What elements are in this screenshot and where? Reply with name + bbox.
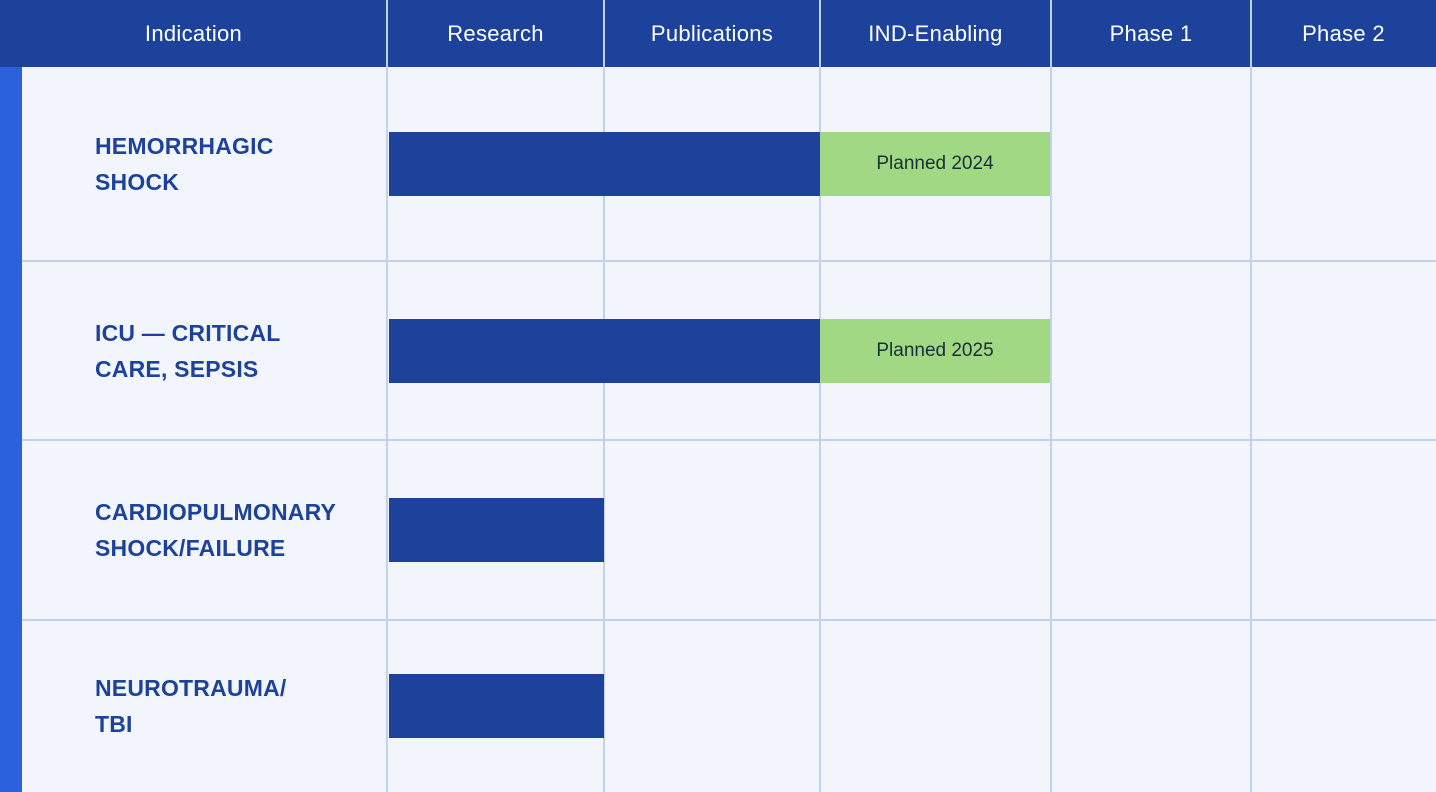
planned-bar: Planned 2024	[820, 132, 1050, 196]
indication-label: ICU — CRITICAL CARE, SEPSIS	[95, 319, 281, 382]
indication-label: HEMORRHAGIC SHOCK	[95, 133, 274, 195]
grid-vertical-line	[386, 67, 388, 792]
column-header-indication: Indication	[144, 20, 243, 46]
left-accent-stripe	[0, 67, 22, 792]
grid-vertical-line	[1250, 67, 1252, 792]
column-header-phase-2: Phase 2	[1302, 20, 1385, 46]
progress-bar	[389, 318, 820, 383]
column-header-research: Research	[447, 20, 544, 46]
column-header-publications: Publications	[650, 20, 774, 46]
progress-bar	[389, 674, 604, 738]
progress-bar	[389, 498, 604, 562]
planned-bar: Planned 2025	[820, 318, 1050, 383]
grid-horizontal-line	[22, 439, 1436, 441]
indication-label: CARDIOPULMONARY SHOCK/FAILURE	[95, 499, 337, 561]
column-header-ind-enabling: IND-Enabling	[868, 20, 1003, 46]
indication-label: NEUROTRAUMA/ TBI	[95, 675, 287, 737]
grid-horizontal-line	[22, 260, 1436, 262]
grid-vertical-line	[1050, 67, 1052, 792]
grid-horizontal-line	[22, 619, 1436, 621]
progress-bar	[389, 132, 820, 196]
column-header-phase-1: Phase 1	[1109, 20, 1193, 46]
pipeline-chart: Indication Research Publications IND-Enabli…	[0, 0, 1436, 792]
